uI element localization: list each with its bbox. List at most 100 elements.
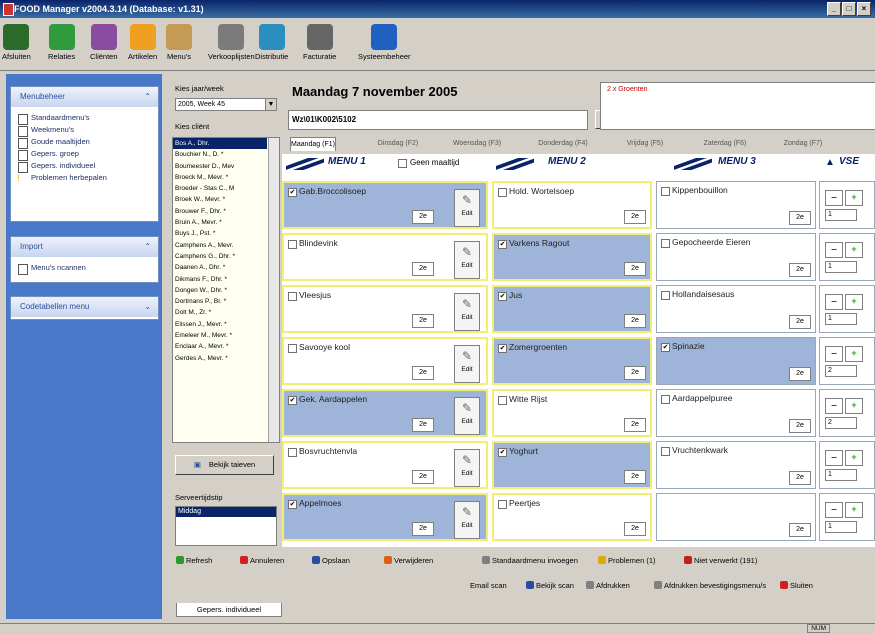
menu-cell[interactable]: Blindevink 2e ✎ Edit — [282, 233, 488, 281]
menu-cell[interactable]: ✔ Appelmoes 2e ✎ Edit — [282, 493, 488, 541]
tab-day-3[interactable]: Donderdag (F4) — [524, 137, 602, 150]
second-portion-button[interactable]: 2e — [789, 315, 811, 329]
menu-cell[interactable]: ✔ Jus 2e — [492, 285, 652, 333]
client-list-item[interactable]: Bruin A., Mevr. * — [173, 217, 267, 228]
maximize-button[interactable]: □ — [842, 2, 856, 16]
minimize-button[interactable]: _ — [827, 2, 841, 16]
second-portion-button[interactable]: 2e — [412, 262, 434, 276]
minus-button[interactable]: – — [825, 450, 843, 466]
action-bekijkscan[interactable]: Bekijk scan — [526, 581, 574, 590]
action-afdrukken[interactable]: Afdrukken — [586, 581, 630, 590]
tab-day-2[interactable]: Woensdag (F3) — [442, 137, 512, 150]
tab-day-4[interactable]: Vrijdag (F5) — [616, 137, 674, 150]
sidebar-group-header[interactable]: Codetabellen menu ⌄ — [11, 297, 158, 317]
client-list-item[interactable]: Elissen J., Mevr. * — [173, 319, 267, 330]
menu-cell[interactable]: ✔ Zomergroenten 2e — [492, 337, 652, 385]
sidebar-item[interactable]: ! Problemen herbepalen — [11, 172, 158, 184]
second-portion-button[interactable]: 2e — [624, 470, 646, 484]
close-window-button[interactable]: × — [857, 2, 871, 16]
dish-checkbox[interactable] — [498, 396, 507, 405]
menu-cell[interactable]: Gepocheerde Eieren 2e — [656, 233, 816, 281]
action-standaardmenuinvoegen[interactable]: Standaardmenu invoegen — [482, 556, 578, 565]
dish-checkbox[interactable] — [661, 447, 670, 456]
sidebar-item[interactable]: Goude maaltijden — [11, 136, 158, 149]
client-list-scrollbar[interactable] — [268, 138, 279, 442]
dish-checkbox[interactable] — [288, 240, 297, 249]
notes-box[interactable]: 2 x Groenten — [600, 82, 875, 130]
dish-checkbox[interactable]: ✔ — [288, 188, 297, 197]
vse-quantity-input[interactable]: 2 — [825, 417, 857, 429]
client-list-item[interactable]: Dolt M., Zr. * — [173, 307, 267, 318]
tab-day-6[interactable]: Zondag (F7) — [773, 137, 833, 150]
second-portion-button[interactable]: 2e — [624, 210, 646, 224]
menu-cell[interactable]: ✔ Varkens Ragout 2e — [492, 233, 652, 281]
sidebar-group-header[interactable]: Import ⌃ — [11, 237, 158, 257]
window-tab-gepers-individueel[interactable]: Gepers. individueel — [176, 603, 282, 617]
client-list-item[interactable]: Camphens A., Mevr. — [173, 240, 267, 251]
plus-button[interactable]: + — [845, 502, 863, 518]
client-list-item[interactable]: Camphens G., Dhr. * — [173, 251, 267, 262]
sidebar-item[interactable]: Standaardmenu's — [11, 112, 158, 125]
client-list-item[interactable]: Emeleer M., Mevr. * — [173, 330, 267, 341]
sidebar-item[interactable]: Gepers. individueel — [11, 160, 158, 173]
second-portion-button[interactable]: 2e — [412, 418, 434, 432]
second-portion-button[interactable]: 2e — [412, 470, 434, 484]
client-list-item[interactable]: Buys J., Pst. * — [173, 228, 267, 239]
second-portion-button[interactable]: 2e — [412, 522, 434, 536]
menu-cell[interactable]: Vleesjus 2e ✎ Edit — [282, 285, 488, 333]
action-problemen[interactable]: Problemen (1) — [598, 556, 656, 565]
second-portion-button[interactable]: 2e — [789, 419, 811, 433]
action-annuleren[interactable]: Annuleren — [240, 556, 284, 565]
dish-checkbox[interactable] — [498, 188, 507, 197]
second-portion-button[interactable]: 2e — [624, 418, 646, 432]
second-portion-button[interactable]: 2e — [624, 366, 646, 380]
client-list-item[interactable]: Gerdes A., Mevr. * — [173, 353, 267, 364]
client-list-item[interactable]: Daanen A., Dhr. * — [173, 262, 267, 273]
menu-cell[interactable]: Bosvruchtenvla 2e ✎ Edit — [282, 441, 488, 489]
plus-button[interactable]: + — [845, 294, 863, 310]
plus-button[interactable]: + — [845, 242, 863, 258]
menu-cell[interactable]: Hollandaisesaus 2e — [656, 285, 816, 333]
minus-button[interactable]: – — [825, 242, 843, 258]
client-list[interactable]: Bos A., Dhr. Bouchier N., D. * Boumeester … — [172, 137, 280, 443]
client-list-item[interactable]: Dikmans F., Dhr. * — [173, 274, 267, 285]
action-opslaan[interactable]: Opslaan — [312, 556, 350, 565]
vse-quantity-input[interactable]: 2 — [825, 365, 857, 377]
sidebar-group-header[interactable]: Menubeheer ⌃ — [11, 87, 158, 107]
menu-cell[interactable]: ✔ Gek. Aardappelen 2e ✎ Edit — [282, 389, 488, 437]
edit-button[interactable]: ✎ Edit — [454, 241, 480, 279]
tab-day-5[interactable]: Zaterdag (F6) — [692, 137, 758, 150]
toolbar-button-clinten[interactable]: Cliënten — [90, 24, 118, 61]
vse-quantity-input[interactable]: 1 — [825, 521, 857, 533]
dish-checkbox[interactable] — [661, 239, 670, 248]
dish-checkbox[interactable]: ✔ — [288, 500, 297, 509]
action-nietverwerkt[interactable]: Niet verwerkt (191) — [684, 556, 757, 565]
action-emailscan[interactable]: Email scan — [470, 581, 507, 590]
second-portion-button[interactable]: 2e — [624, 522, 646, 536]
chevron-up-icon[interactable]: ⌃ — [144, 87, 151, 107]
toolbar-button-relaties[interactable]: Relaties — [48, 24, 75, 61]
toolbar-button-afsluiten[interactable]: Afsluiten — [2, 24, 31, 61]
client-list-item[interactable]: Broeder - Stas C., M — [173, 183, 267, 194]
minus-button[interactable]: – — [825, 346, 843, 362]
menu-cell[interactable]: Kippenbouillon 2e — [656, 181, 816, 229]
action-refresh[interactable]: Refresh — [176, 556, 212, 565]
menu-cell[interactable]: Peertjes 2e — [492, 493, 652, 541]
second-portion-button[interactable]: 2e — [412, 210, 434, 224]
year-week-select[interactable]: 2005, Week 45 ▼ — [175, 98, 277, 111]
second-portion-button[interactable]: 2e — [789, 367, 811, 381]
dish-checkbox[interactable] — [661, 291, 670, 300]
vse-quantity-input[interactable]: 1 — [825, 313, 857, 325]
client-list-item[interactable]: Bouchier N., D. * — [173, 149, 267, 160]
edit-button[interactable]: ✎ Edit — [454, 501, 480, 539]
chevron-down-icon[interactable]: ⌄ — [144, 297, 151, 317]
client-list-item[interactable]: Boumeester D., Mev — [173, 161, 267, 172]
dish-checkbox[interactable] — [661, 395, 670, 404]
minus-button[interactable]: – — [825, 294, 843, 310]
dish-checkbox[interactable]: ✔ — [498, 292, 507, 301]
vse-quantity-input[interactable]: 1 — [825, 261, 857, 273]
toolbar-button-verkooplijsten[interactable]: Verkooplijsten — [208, 24, 255, 61]
dish-checkbox[interactable] — [288, 344, 297, 353]
toolbar-button-systeembeheer[interactable]: Systeembeheer — [358, 24, 411, 61]
tab-day-1[interactable]: Dinsdag (F2) — [368, 137, 428, 150]
